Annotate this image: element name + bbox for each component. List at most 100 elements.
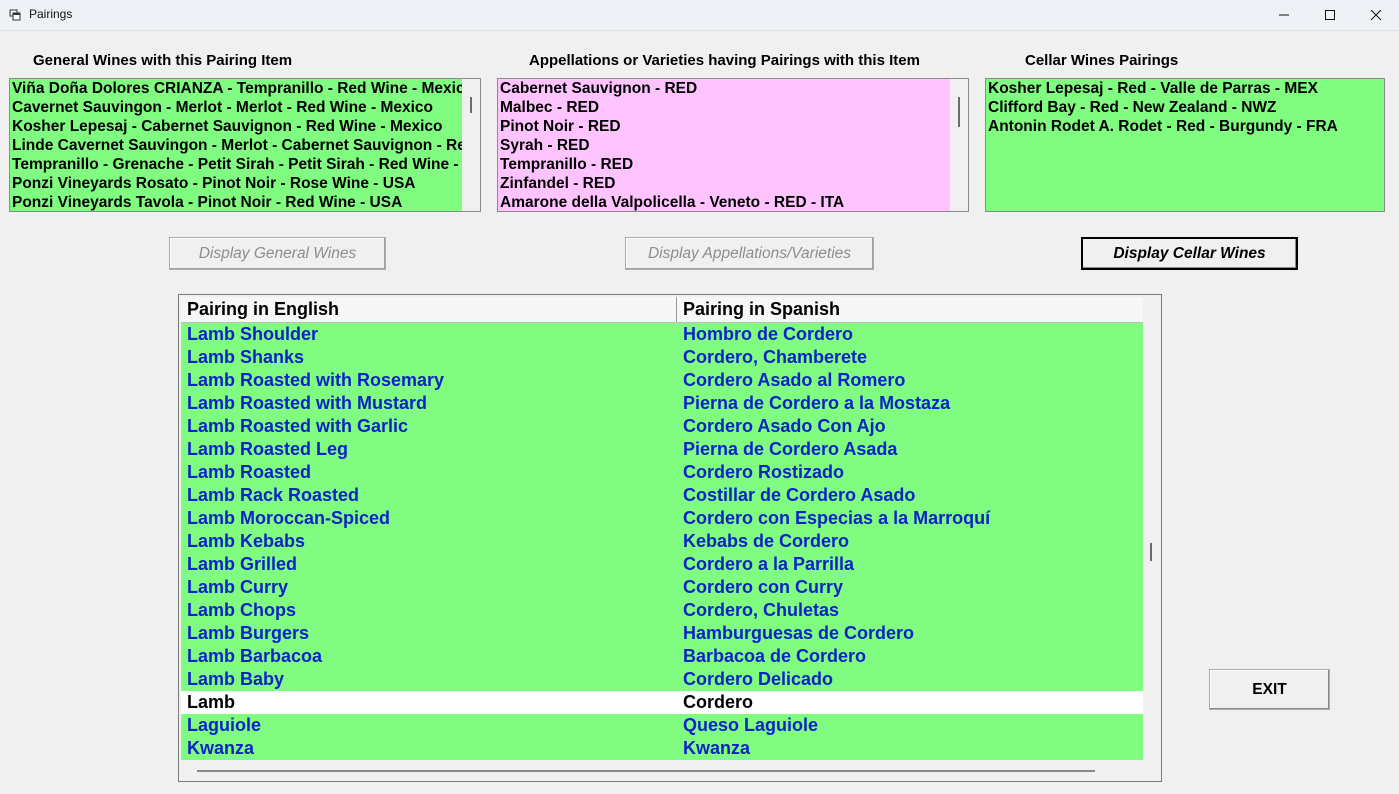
cell-spanish[interactable]: Cordero, Chamberete <box>677 346 1143 369</box>
cell-spanish[interactable]: Hamburguesas de Cordero <box>677 622 1143 645</box>
grid-scrollbar-thumb[interactable] <box>1150 543 1152 561</box>
cell-english[interactable]: Laguiole <box>181 714 677 737</box>
table-row[interactable]: Lamb Cordero <box>181 691 1143 714</box>
list-item[interactable]: Clifford Bay - Red - New Zealand - NWZ <box>986 98 1384 117</box>
cell-spanish[interactable]: Queso Laguiole <box>677 714 1143 737</box>
title-bar: Pairings <box>0 0 1399 31</box>
table-row[interactable]: Lamb Roasted with Garlic Cordero Asado Co… <box>181 415 1143 438</box>
cell-english[interactable]: Lamb Shoulder <box>181 323 677 346</box>
cell-spanish[interactable]: Kebabs de Cordero <box>677 530 1143 553</box>
table-row[interactable]: Laguiole Queso Laguiole <box>181 714 1143 737</box>
cell-spanish[interactable]: Pierna de Cordero a la Mostaza <box>677 392 1143 415</box>
table-row[interactable]: Lamb Baby Cordero Delicado <box>181 668 1143 691</box>
list-item[interactable]: Viña Doña Dolores CRIANZA - Tempranillo … <box>10 79 462 98</box>
list-item[interactable]: Malbec - RED <box>498 98 950 117</box>
cell-english[interactable]: Lamb Grilled <box>181 553 677 576</box>
table-row[interactable]: Lamb Chops Cordero, Chuletas <box>181 599 1143 622</box>
maximize-button[interactable] <box>1307 0 1353 30</box>
table-row[interactable]: Lamb Grilled Cordero a la Parrilla <box>181 553 1143 576</box>
cell-english[interactable]: Lamb Rack Roasted <box>181 484 677 507</box>
grid-body: Lamb Shoulder Hombro de Cordero Lamb Shank… <box>181 323 1143 760</box>
list-item[interactable]: Syrah - RED <box>498 136 950 155</box>
cell-english[interactable]: Lamb Curry <box>181 576 677 599</box>
cell-spanish[interactable]: Cordero Asado Con Ajo <box>677 415 1143 438</box>
column-header-english[interactable]: Pairing in English <box>181 297 677 322</box>
cell-english[interactable]: Lamb Chops <box>181 599 677 622</box>
cell-spanish[interactable]: Cordero a la Parrilla <box>677 553 1143 576</box>
cell-english[interactable]: Lamb Roasted <box>181 461 677 484</box>
close-button[interactable] <box>1353 0 1399 30</box>
cell-english[interactable]: Lamb Roasted with Garlic <box>181 415 677 438</box>
table-row[interactable]: Lamb Roasted Leg Pierna de Cordero Asada <box>181 438 1143 461</box>
cell-english[interactable]: Lamb Baby <box>181 668 677 691</box>
cell-english[interactable]: Lamb <box>181 691 677 714</box>
cell-english[interactable]: Lamb Kebabs <box>181 530 677 553</box>
cell-spanish[interactable]: Cordero <box>677 691 1143 714</box>
list-item[interactable]: Tempranillo - Grenache - Petit Sirah - P… <box>10 155 462 174</box>
cell-spanish[interactable]: Kwanza <box>677 737 1143 760</box>
list-item[interactable]: Zinfandel - RED <box>498 174 950 193</box>
cellar-wines-heading: Cellar Wines Pairings <box>1025 52 1179 69</box>
cell-spanish[interactable]: Cordero Asado al Romero <box>677 369 1143 392</box>
list-item[interactable]: Kosher Lepesaj - Cabernet Sauvignon - Re… <box>10 117 462 136</box>
general-wines-listbox[interactable]: Viña Doña Dolores CRIANZA - Tempranillo … <box>9 78 481 212</box>
appellations-listbox[interactable]: Cabernet Sauvignon - RED Malbec - RED Pi… <box>497 78 969 212</box>
table-row[interactable]: Lamb Kebabs Kebabs de Cordero <box>181 530 1143 553</box>
list-item[interactable]: Ponzi Vineyards Tavola - Pinot Noir - Re… <box>10 193 462 211</box>
window-title: Pairings <box>29 7 73 21</box>
table-row[interactable]: Lamb Moroccan-Spiced Cordero con Especias… <box>181 507 1143 530</box>
cell-english[interactable]: Lamb Shanks <box>181 346 677 369</box>
general-wines-heading: General Wines with this Pairing Item <box>33 52 293 69</box>
list-item[interactable]: Cavernet Sauvingon - Merlot - Merlot - R… <box>10 98 462 117</box>
list-item[interactable]: Linde Cavernet Sauvingon - Merlot - Cabe… <box>10 136 462 155</box>
cell-spanish[interactable]: Cordero con Curry <box>677 576 1143 599</box>
list-item[interactable]: Kosher Lepesaj - Red - Valle de Parras -… <box>986 79 1384 98</box>
cell-english[interactable]: Lamb Roasted Leg <box>181 438 677 461</box>
table-row[interactable]: Lamb Roasted Cordero Rostizado <box>181 461 1143 484</box>
list-item[interactable]: Antonin Rodet A. Rodet - Red - Burgundy … <box>986 117 1384 136</box>
list-item[interactable]: Amarone della Valpolicella - Veneto - RE… <box>498 193 950 211</box>
vertical-scrollbar[interactable] <box>462 79 480 211</box>
close-icon <box>1371 10 1381 20</box>
cellar-wines-listbox[interactable]: Kosher Lepesaj - Red - Valle de Parras -… <box>985 78 1385 212</box>
scrollbar-thumb[interactable] <box>470 97 472 113</box>
table-row[interactable]: Lamb Roasted with Rosemary Cordero Asado … <box>181 369 1143 392</box>
cell-spanish[interactable]: Costillar de Cordero Asado <box>677 484 1143 507</box>
cell-spanish[interactable]: Hombro de Cordero <box>677 323 1143 346</box>
table-row[interactable]: Lamb Barbacoa Barbacoa de Cordero <box>181 645 1143 668</box>
cell-spanish[interactable]: Cordero Rostizado <box>677 461 1143 484</box>
table-row[interactable]: Lamb Curry Cordero con Curry <box>181 576 1143 599</box>
cell-english[interactable]: Lamb Moroccan-Spiced <box>181 507 677 530</box>
cell-spanish[interactable]: Cordero con Especias a la Marroquí <box>677 507 1143 530</box>
table-row[interactable]: Kwanza Kwanza <box>181 737 1143 760</box>
cell-english[interactable]: Lamb Roasted with Rosemary <box>181 369 677 392</box>
horizontal-scrollbar[interactable] <box>197 770 1095 772</box>
minimize-button[interactable] <box>1261 0 1307 30</box>
appellations-heading: Appellations or Varieties having Pairing… <box>529 52 920 69</box>
display-cellar-wines-button[interactable]: Display Cellar Wines <box>1081 237 1298 270</box>
cell-english[interactable]: Lamb Burgers <box>181 622 677 645</box>
cell-spanish[interactable]: Cordero, Chuletas <box>677 599 1143 622</box>
cell-spanish[interactable]: Cordero Delicado <box>677 668 1143 691</box>
cell-english[interactable]: Kwanza <box>181 737 677 760</box>
cell-spanish[interactable]: Pierna de Cordero Asada <box>677 438 1143 461</box>
cell-english[interactable]: Lamb Barbacoa <box>181 645 677 668</box>
list-item[interactable]: Pinot Noir - RED <box>498 117 950 136</box>
table-row[interactable]: Lamb Burgers Hamburguesas de Cordero <box>181 622 1143 645</box>
display-appellations-button[interactable]: Display Appellations/Varieties <box>625 237 874 270</box>
list-item[interactable]: Tempranillo - RED <box>498 155 950 174</box>
cell-english[interactable]: Lamb Roasted with Mustard <box>181 392 677 415</box>
list-item[interactable]: Cabernet Sauvignon - RED <box>498 79 950 98</box>
column-header-spanish[interactable]: Pairing in Spanish <box>677 297 1143 322</box>
pairings-grid[interactable]: Pairing in English Pairing in Spanish La… <box>178 294 1162 782</box>
table-row[interactable]: Lamb Shanks Cordero, Chamberete <box>181 346 1143 369</box>
scrollbar-thumb[interactable] <box>958 97 960 127</box>
cell-spanish[interactable]: Barbacoa de Cordero <box>677 645 1143 668</box>
display-general-wines-button[interactable]: Display General Wines <box>169 237 386 270</box>
table-row[interactable]: Lamb Roasted with Mustard Pierna de Corde… <box>181 392 1143 415</box>
table-row[interactable]: Lamb Rack Roasted Costillar de Cordero As… <box>181 484 1143 507</box>
exit-button[interactable]: EXIT <box>1209 669 1330 710</box>
vertical-scrollbar[interactable] <box>950 79 968 211</box>
list-item[interactable]: Ponzi Vineyards Rosato - Pinot Noir - Ro… <box>10 174 462 193</box>
table-row[interactable]: Lamb Shoulder Hombro de Cordero <box>181 323 1143 346</box>
